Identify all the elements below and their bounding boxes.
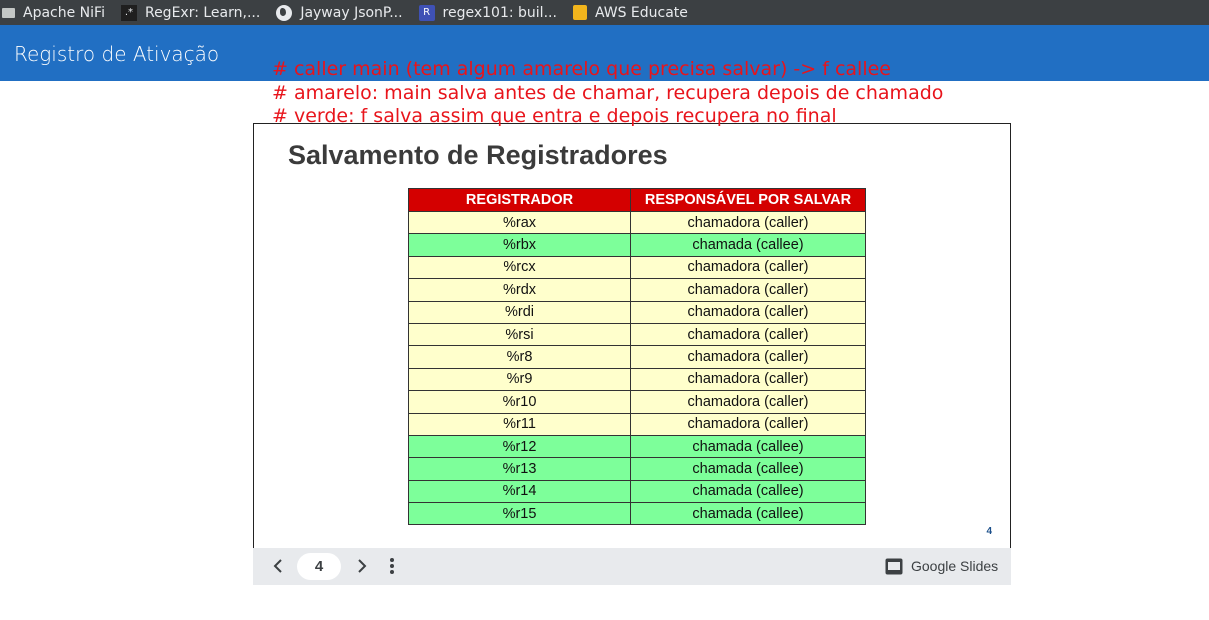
slides-embed: Salvamento de Registradores REGISTRADOR …: [253, 123, 1011, 585]
table-row: %r8 chamadora (caller): [408, 345, 866, 369]
responsible-cell: chamada (callee): [630, 479, 866, 504]
register-cell: %rdi: [408, 300, 631, 324]
regex101-icon: R: [418, 4, 435, 21]
register-cell: %rbx: [408, 233, 631, 257]
register-cell: %r9: [408, 367, 631, 392]
register-cell: %rsi: [408, 322, 631, 347]
register-cell: %r8: [408, 345, 631, 369]
table-row: %r14 chamada (callee): [408, 479, 866, 504]
slide: Salvamento de Registradores REGISTRADOR …: [253, 123, 1011, 548]
responsible-cell: chamadora (caller): [630, 390, 866, 414]
table-row: %rdi chamadora (caller): [408, 300, 866, 324]
column-header-responsible: RESPONSÁVEL POR SALVAR: [630, 188, 866, 212]
comment-line: # amarelo: main salva antes de chamar, r…: [272, 81, 944, 104]
responsible-cell: chamadora (caller): [630, 345, 866, 369]
aws-icon: [572, 5, 587, 20]
responsible-cell: chamadora (caller): [630, 322, 866, 347]
bookmark-aws-educate[interactable]: AWS Educate: [572, 0, 688, 25]
bookmark-jayway[interactable]: Jayway JsonP...: [276, 0, 403, 25]
responsible-cell: chamada (callee): [630, 457, 866, 481]
table-row: %r11 chamadora (caller): [408, 412, 866, 436]
register-table: REGISTRADOR RESPONSÁVEL POR SALVAR %rax c…: [408, 188, 866, 526]
register-cell: %r14: [408, 479, 631, 504]
page-title: Registro de Ativação: [14, 42, 220, 66]
responsible-cell: chamadora (caller): [630, 367, 866, 392]
chevron-right-icon[interactable]: [353, 556, 371, 576]
comment-line: # caller main (tem algum amarelo que pre…: [272, 58, 891, 80]
slide-title: Salvamento de Registradores: [288, 140, 668, 170]
responsible-cell: chamadora (caller): [630, 412, 866, 436]
chevron-left-icon[interactable]: [269, 556, 287, 576]
table-row: %r12 chamada (callee): [408, 434, 866, 459]
comment-line: # verde: f salva assim que entra e depoi…: [272, 105, 837, 127]
google-slides-icon[interactable]: [885, 558, 903, 575]
slide-page-number: 4: [986, 526, 992, 537]
globe-icon: [276, 4, 293, 21]
table-body: %rax chamadora (caller) %rbx chamada (calle…: [408, 210, 866, 526]
comment-block: # caller main (tem algum amarelo que pre…: [272, 58, 943, 129]
bookmark-regex101[interactable]: R regex101: buil...: [418, 0, 557, 25]
responsible-cell: chamadora (caller): [630, 255, 866, 280]
folder-icon: [2, 8, 15, 18]
table-row: %r9 chamadora (caller): [408, 367, 866, 392]
bookmark-regexr[interactable]: .* RegExr: Learn,...: [120, 0, 261, 25]
more-vertical-icon[interactable]: [385, 556, 399, 576]
table-row: %rdx chamadora (caller): [408, 278, 866, 302]
table-row: %rsi chamadora (caller): [408, 322, 866, 347]
regexr-icon: .*: [120, 4, 137, 21]
register-cell: %r15: [408, 502, 631, 526]
table-row: %rbx chamada (callee): [408, 233, 866, 257]
responsible-cell: chamadora (caller): [630, 278, 866, 302]
page-number-input[interactable]: 4: [297, 553, 341, 580]
table-row: %rax chamadora (caller): [408, 210, 866, 235]
register-cell: %rdx: [408, 278, 631, 302]
table-row: %r10 chamadora (caller): [408, 390, 866, 414]
bookmark-apache-nifi[interactable]: Apache NiFi: [2, 0, 105, 25]
responsible-cell: chamada (callee): [630, 233, 866, 257]
register-cell: %r10: [408, 390, 631, 414]
responsible-cell: chamada (callee): [630, 502, 866, 526]
bookmark-label: Jayway JsonP...: [300, 4, 403, 21]
bookmarks-bar: Apache NiFi .* RegExr: Learn,... Jayway …: [0, 0, 1209, 25]
google-slides-link[interactable]: Google Slides: [911, 558, 998, 574]
responsible-cell: chamadora (caller): [630, 300, 866, 324]
table-row: %r15 chamada (callee): [408, 502, 866, 526]
table-row: %r13 chamada (callee): [408, 457, 866, 481]
table-row: %rcx chamadora (caller): [408, 255, 866, 280]
register-cell: %rcx: [408, 255, 631, 280]
bookmark-label: Apache NiFi: [23, 4, 105, 21]
bookmark-label: AWS Educate: [594, 4, 688, 21]
register-cell: %r12: [408, 434, 631, 459]
register-cell: %rax: [408, 210, 631, 235]
responsible-cell: chamada (callee): [630, 434, 866, 459]
register-cell: %r13: [408, 457, 631, 481]
table-header-row: REGISTRADOR RESPONSÁVEL POR SALVAR: [408, 188, 866, 212]
bookmark-label: RegExr: Learn,...: [144, 4, 261, 21]
column-header-register: REGISTRADOR: [408, 188, 631, 212]
register-cell: %r11: [408, 412, 631, 436]
bookmark-label: regex101: buil...: [442, 4, 557, 21]
slides-controls: 4 Google Slides: [253, 548, 1011, 585]
responsible-cell: chamadora (caller): [630, 210, 866, 235]
